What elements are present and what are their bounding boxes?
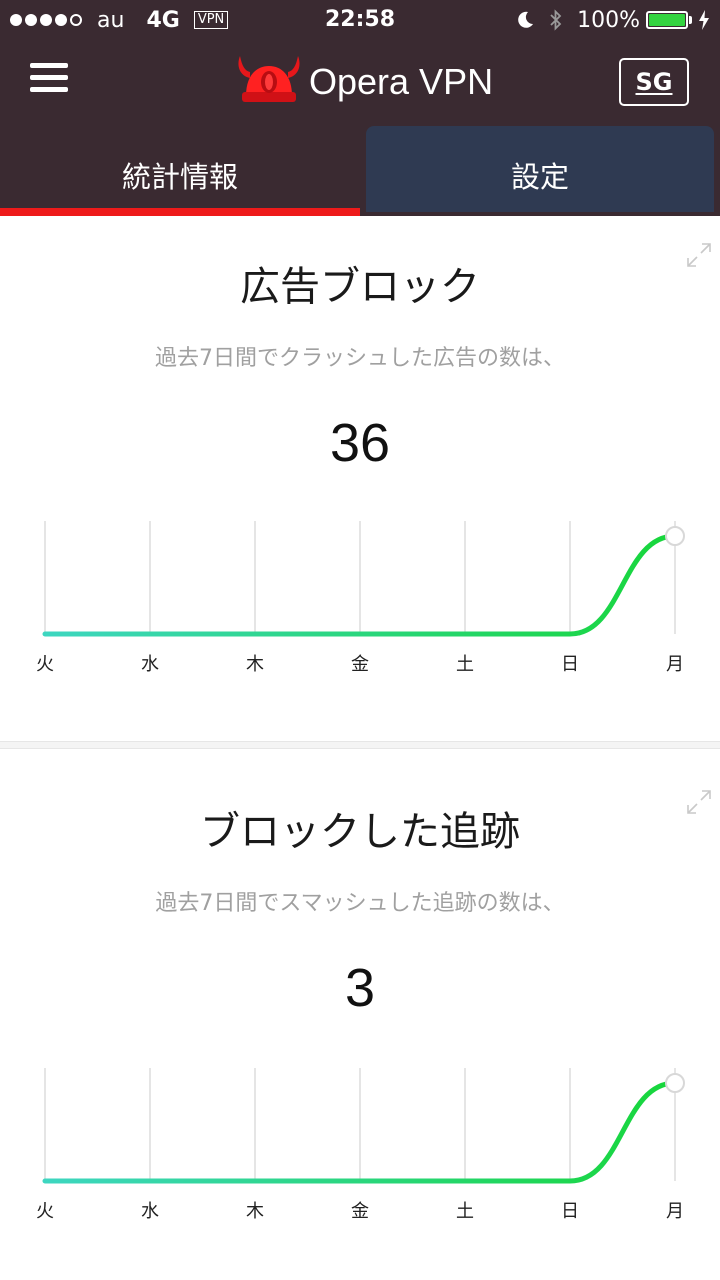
ad-block-card: 広告ブロック 過去7日間でクラッシュした広告の数は、 36 火 水 木 金 土 日 月: [0, 216, 720, 741]
card-subtitle: 過去7日間でスマッシュした追跡の数は、: [155, 891, 565, 916]
chart-tick-label: 金: [351, 1201, 369, 1222]
chart-tick-label: 水: [141, 1201, 159, 1222]
chart-tick-label: 日: [561, 654, 579, 675]
chart-tick-label: 月: [666, 654, 684, 675]
battery-icon: [646, 11, 688, 29]
ad-block-line-chart: 火水木金土日月: [36, 521, 685, 675]
tab-statistics[interactable]: 統計情報: [0, 126, 360, 212]
chart-tick-label: 金: [351, 654, 369, 675]
opera-viking-logo-icon: [238, 56, 300, 102]
hamburger-menu-icon[interactable]: [30, 63, 68, 95]
chart-tick-label: 日: [561, 1201, 579, 1222]
battery-percent: 100%: [577, 7, 640, 33]
card-title: ブロックした追跡: [200, 809, 520, 855]
region-selector-button[interactable]: SG: [619, 58, 689, 106]
chart-tick-label: 土: [456, 1201, 474, 1222]
chart-tick-label: 月: [666, 1201, 684, 1222]
chart-tick-label: 水: [141, 654, 159, 675]
chart-tick-label: 木: [246, 1201, 264, 1222]
card-subtitle: 過去7日間でクラッシュした広告の数は、: [155, 346, 565, 371]
status-bar: au 4G VPN 22:58 100%: [0, 0, 720, 40]
chart-point: [665, 1073, 685, 1093]
blocked-count: 3: [344, 958, 376, 1018]
app-brand-title: Opera VPN: [309, 61, 494, 102]
charging-bolt-icon: [699, 10, 709, 30]
tracker-block-line-chart: 火水木金土日月: [36, 1068, 685, 1222]
do-not-disturb-moon-icon: [518, 11, 534, 28]
battery-tip: [689, 16, 692, 24]
card-title: 広告ブロック: [240, 264, 480, 310]
chart-point: [665, 526, 685, 546]
tracker-block-card: ブロックした追跡 過去7日間でスマッシュした追跡の数は、 3 火 水 木 金 土 日 月: [0, 749, 720, 1280]
battery-level-fill: [649, 14, 685, 26]
bluetooth-icon: [550, 9, 562, 31]
blocked-count: 36: [329, 413, 391, 473]
status-right: 100%: [515, 6, 710, 34]
chart-tick-label: 木: [246, 654, 264, 675]
chart-tick-label: 土: [456, 654, 474, 675]
chart-tick-label: 火: [36, 654, 54, 675]
tab-settings[interactable]: 設定: [366, 126, 714, 212]
app-header: au 4G VPN 22:58 100% Opera VPN SG 統計情報 設…: [0, 0, 720, 216]
card-divider: [0, 741, 720, 749]
active-tab-indicator: [0, 208, 360, 216]
chart-tick-label: 火: [36, 1201, 54, 1222]
